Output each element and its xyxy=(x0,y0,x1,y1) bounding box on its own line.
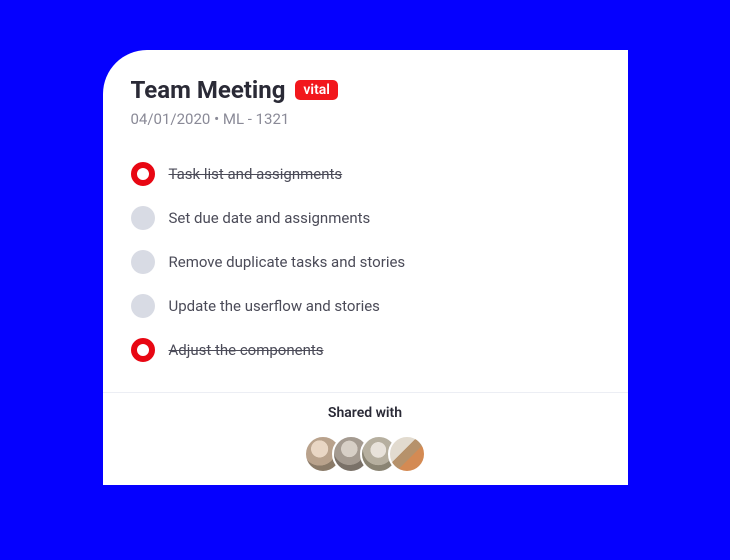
task-item[interactable]: Task list and assignments xyxy=(131,162,600,186)
task-label: Set due date and assignments xyxy=(169,209,371,227)
task-label: Remove duplicate tasks and stories xyxy=(169,253,406,271)
shared-section: Shared with xyxy=(131,393,600,485)
checkbox-unchecked-icon[interactable] xyxy=(131,294,155,318)
priority-tag: vital xyxy=(295,80,338,101)
card-date: 04/01/2020 xyxy=(131,110,211,128)
task-label: Update the userflow and stories xyxy=(169,297,380,315)
checkbox-checked-icon[interactable] xyxy=(131,338,155,362)
task-item[interactable]: Set due date and assignments xyxy=(131,206,600,230)
task-item[interactable]: Update the userflow and stories xyxy=(131,294,600,318)
checkbox-checked-icon[interactable] xyxy=(131,162,155,186)
avatar[interactable] xyxy=(388,435,426,473)
shared-label: Shared with xyxy=(131,405,600,421)
card-code: ML - 1321 xyxy=(223,110,289,128)
task-item[interactable]: Remove duplicate tasks and stories xyxy=(131,250,600,274)
task-list: Task list and assignments Set due date a… xyxy=(131,162,600,362)
checkbox-unchecked-icon[interactable] xyxy=(131,250,155,274)
avatar-group xyxy=(131,435,600,473)
task-item[interactable]: Adjust the components xyxy=(131,338,600,362)
task-label: Task list and assignments xyxy=(169,165,343,183)
task-label: Adjust the components xyxy=(169,341,324,359)
card-header: Team Meeting vital 04/01/2020 • ML - 132… xyxy=(131,76,600,128)
meeting-card: Team Meeting vital 04/01/2020 • ML - 132… xyxy=(103,50,628,485)
card-title: Team Meeting xyxy=(131,76,286,104)
card-meta: 04/01/2020 • ML - 1321 xyxy=(131,110,600,128)
meta-separator: • xyxy=(214,110,219,128)
checkbox-unchecked-icon[interactable] xyxy=(131,206,155,230)
title-row: Team Meeting vital xyxy=(131,76,600,104)
